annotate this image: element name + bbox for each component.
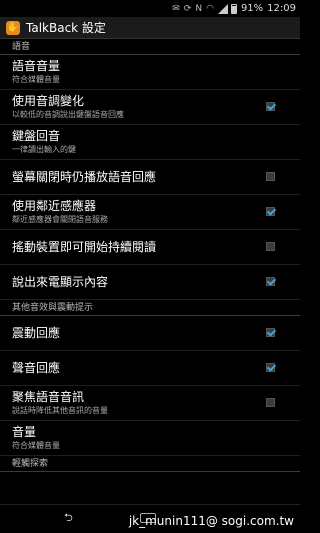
- pref-title: 說出來電顯示內容: [12, 274, 109, 289]
- shake-to-read-checkbox[interactable]: [266, 242, 275, 251]
- page-title: TalkBack 設定: [26, 21, 106, 35]
- pref-audio-focus[interactable]: 聚焦語音音訊 說話時降低其他音訊的音量: [0, 386, 300, 421]
- signal-icon: [217, 3, 228, 14]
- sync-icon: ⟳: [183, 3, 192, 14]
- pref-summary: 鄰近感應器會關閉語音服務: [12, 215, 108, 224]
- pref-vibration-feedback[interactable]: 震動回應: [0, 316, 300, 351]
- pref-sound-feedback[interactable]: 聲音回應: [0, 351, 300, 386]
- status-bar: ✉ ⟳ N ◠ 91% 12:09: [0, 0, 300, 17]
- section-header-touch-explore: 輕觸探索: [0, 456, 300, 472]
- pref-speech-volume[interactable]: 語音音量 符合媒體音量: [0, 55, 300, 90]
- pref-proximity-sensor[interactable]: 使用鄰近感應器 鄰近感應器會關閉語音服務: [0, 195, 300, 230]
- pref-speak-screen-off[interactable]: 螢幕關閉時仍播放語音回應: [0, 160, 300, 195]
- watermark: jk_munin111@ sogi.com.tw: [128, 514, 294, 528]
- proximity-sensor-checkbox[interactable]: [266, 207, 275, 216]
- pref-title: 螢幕關閉時仍播放語音回應: [12, 169, 157, 184]
- talkback-hand-icon[interactable]: ✋: [6, 20, 20, 35]
- pref-summary: 符合媒體音量: [12, 75, 60, 84]
- pref-title: 鍵盤回音: [12, 129, 61, 143]
- audio-focus-checkbox[interactable]: [266, 398, 275, 407]
- pref-speak-caller-id[interactable]: 說出來電顯示內容: [0, 265, 300, 300]
- pitch-change-checkbox[interactable]: [266, 102, 275, 111]
- pref-keyboard-echo[interactable]: 鍵盤回音 一律讀出輸入的鍵: [0, 125, 300, 160]
- pref-title: 使用鄰近感應器: [12, 199, 97, 213]
- pref-title: 語音音量: [12, 59, 61, 73]
- speak-screen-off-checkbox[interactable]: [266, 172, 275, 181]
- battery-icon: [230, 3, 237, 14]
- pref-summary: 以較低的音調說出鍵盤語音回應: [12, 110, 124, 119]
- pref-summary: 說話時降低其他音訊的音量: [12, 406, 108, 415]
- pref-title: 搖動裝置即可開始持續閱讀: [12, 239, 157, 254]
- section-header-speech: 語音: [0, 39, 300, 55]
- battery-percent: 91%: [240, 3, 264, 14]
- pref-title: 音量: [12, 425, 37, 439]
- notification-icon: ✉: [172, 3, 180, 14]
- pref-title: 使用音調變化: [12, 94, 85, 108]
- clock: 12:09: [267, 3, 296, 14]
- pref-shake-to-read[interactable]: 搖動裝置即可開始持續閱讀: [0, 230, 300, 265]
- pref-summary: 一律讀出輸入的鍵: [12, 145, 76, 154]
- pref-title: 聲音回應: [12, 360, 61, 375]
- back-icon[interactable]: ⮌: [64, 512, 76, 523]
- vibration-feedback-checkbox[interactable]: [266, 328, 275, 337]
- sound-feedback-checkbox[interactable]: [266, 363, 275, 372]
- pref-title: 聚焦語音音訊: [12, 390, 85, 404]
- navigation-bar: ⮌ jk_munin111@ sogi.com.tw: [0, 504, 300, 533]
- pref-summary: 符合媒體音量: [12, 441, 60, 450]
- wifi-icon: ◠: [206, 3, 214, 14]
- pref-pitch-change[interactable]: 使用音調變化 以較低的音調說出鍵盤語音回應: [0, 90, 300, 125]
- action-bar: ✋ TalkBack 設定: [0, 17, 300, 39]
- pref-sound-volume[interactable]: 音量 符合媒體音量: [0, 421, 300, 456]
- pref-title: 震動回應: [12, 325, 61, 340]
- section-header-other-feedback: 其他音效與震動提示: [0, 300, 300, 316]
- settings-list: 語音 語音音量 符合媒體音量 使用音調變化 以較低的音調說出鍵盤語音回應 鍵盤回…: [0, 39, 300, 472]
- speak-caller-id-checkbox[interactable]: [266, 277, 275, 286]
- nfc-icon: N: [195, 3, 203, 14]
